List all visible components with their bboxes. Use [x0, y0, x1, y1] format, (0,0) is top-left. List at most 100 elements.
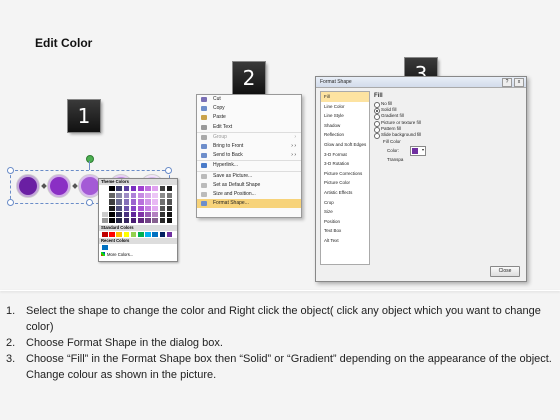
theme-color-swatch[interactable]	[138, 186, 144, 192]
theme-color-swatch[interactable]	[102, 199, 108, 205]
category-item[interactable]: Line Style	[321, 111, 369, 121]
theme-color-swatch[interactable]	[102, 193, 108, 199]
theme-color-swatch[interactable]	[159, 205, 166, 211]
theme-color-swatch[interactable]	[123, 186, 130, 192]
theme-color-swatch[interactable]	[102, 186, 108, 192]
theme-color-swatch[interactable]	[166, 218, 173, 224]
category-item[interactable]: Glow and Soft Edges	[321, 140, 369, 150]
menu-item[interactable]: Send to Back › ›	[197, 151, 301, 160]
theme-color-swatch[interactable]	[166, 199, 173, 205]
theme-color-swatch[interactable]	[116, 218, 122, 224]
standard-color-swatch[interactable]	[130, 232, 137, 238]
theme-color-swatch[interactable]	[145, 218, 151, 224]
theme-color-swatch[interactable]	[145, 193, 151, 199]
circle-shape[interactable]	[48, 175, 70, 197]
standard-color-swatch[interactable]	[102, 232, 108, 238]
theme-color-swatch[interactable]	[145, 186, 151, 192]
category-item[interactable]: Text Box	[321, 226, 369, 236]
theme-color-swatch[interactable]	[159, 211, 166, 217]
rotation-handle[interactable]	[86, 155, 94, 163]
radio-button[interactable]	[374, 132, 380, 139]
theme-color-swatch[interactable]	[109, 211, 115, 217]
theme-color-swatch[interactable]	[130, 211, 137, 217]
theme-color-swatch[interactable]	[123, 218, 130, 224]
color-picker-button[interactable]: ▾	[410, 146, 426, 157]
standard-color-swatch[interactable]	[109, 232, 115, 238]
fill-option[interactable]: Slide background fill	[372, 132, 520, 139]
theme-color-swatch[interactable]	[116, 193, 122, 199]
theme-color-swatch[interactable]	[138, 199, 144, 205]
theme-color-swatch[interactable]	[138, 211, 144, 217]
theme-color-swatch[interactable]	[130, 186, 137, 192]
theme-color-swatch[interactable]	[116, 205, 122, 211]
theme-color-swatch[interactable]	[145, 199, 151, 205]
dialog-close-icon[interactable]: x	[514, 78, 524, 87]
category-item[interactable]: Size	[321, 207, 369, 217]
recent-color-swatch[interactable]	[102, 245, 108, 251]
theme-color-swatch[interactable]	[152, 218, 158, 224]
standard-color-swatch[interactable]	[116, 232, 122, 238]
theme-color-swatch[interactable]	[116, 186, 122, 192]
category-item[interactable]: Reflection	[321, 130, 369, 140]
theme-color-swatch[interactable]	[159, 193, 166, 199]
theme-color-swatch[interactable]	[166, 186, 173, 192]
category-item[interactable]: Shadow	[321, 121, 369, 131]
theme-color-swatch[interactable]	[138, 218, 144, 224]
theme-color-swatch[interactable]	[159, 218, 166, 224]
standard-color-swatch[interactable]	[123, 232, 130, 238]
menu-item[interactable]: Copy	[197, 104, 301, 113]
category-item[interactable]: Picture Color	[321, 178, 369, 188]
theme-color-swatch[interactable]	[152, 186, 158, 192]
category-item[interactable]: Alt Text	[321, 236, 369, 246]
theme-color-swatch[interactable]	[102, 211, 108, 217]
help-button[interactable]: ?	[502, 78, 512, 87]
theme-color-swatch[interactable]	[130, 199, 137, 205]
theme-color-swatch[interactable]	[102, 205, 108, 211]
standard-color-swatch[interactable]	[138, 232, 144, 238]
theme-color-swatch[interactable]	[166, 211, 173, 217]
menu-item[interactable]: Hyperlink...	[197, 160, 301, 170]
theme-color-swatch[interactable]	[152, 211, 158, 217]
menu-item[interactable]: Set as Default Shape	[197, 181, 301, 190]
standard-color-swatch[interactable]	[152, 232, 158, 238]
menu-item[interactable]: Paste	[197, 113, 301, 122]
category-item[interactable]: Position	[321, 217, 369, 227]
theme-color-swatch[interactable]	[109, 193, 115, 199]
standard-color-swatch[interactable]	[166, 232, 173, 238]
theme-color-swatch[interactable]	[130, 205, 137, 211]
category-item[interactable]: Crop	[321, 198, 369, 208]
theme-color-swatch[interactable]	[130, 193, 137, 199]
theme-color-swatch[interactable]	[109, 218, 115, 224]
standard-color-swatch[interactable]	[159, 232, 166, 238]
theme-color-swatch[interactable]	[130, 218, 137, 224]
category-item[interactable]: 3-D Format	[321, 150, 369, 160]
menu-item[interactable]: Cut	[197, 95, 301, 104]
more-colors-item[interactable]: More Colors...	[99, 251, 177, 258]
resize-handle[interactable]	[165, 167, 172, 174]
resize-handle[interactable]	[7, 199, 14, 206]
theme-color-swatch[interactable]	[116, 211, 122, 217]
theme-color-swatch[interactable]	[145, 205, 151, 211]
category-item[interactable]: Artistic Effects	[321, 188, 369, 198]
theme-color-swatch[interactable]	[123, 199, 130, 205]
category-item[interactable]: Picture Corrections	[321, 169, 369, 179]
theme-color-swatch[interactable]	[123, 205, 130, 211]
theme-color-swatch[interactable]	[102, 218, 108, 224]
circle-shape[interactable]	[17, 175, 39, 197]
theme-color-swatch[interactable]	[145, 211, 151, 217]
theme-color-swatch[interactable]	[123, 211, 130, 217]
theme-color-swatch[interactable]	[138, 205, 144, 211]
theme-color-swatch[interactable]	[123, 193, 130, 199]
theme-color-swatch[interactable]	[166, 193, 173, 199]
category-item[interactable]: Fill	[321, 92, 369, 102]
close-button[interactable]: Close	[490, 266, 520, 277]
theme-color-swatch[interactable]	[138, 193, 144, 199]
theme-color-swatch[interactable]	[159, 199, 166, 205]
menu-item[interactable]: Format Shape...	[197, 199, 301, 209]
standard-color-swatch[interactable]	[145, 232, 151, 238]
category-item[interactable]: 3-D Rotation	[321, 159, 369, 169]
theme-color-swatch[interactable]	[109, 186, 115, 192]
theme-color-swatch[interactable]	[109, 199, 115, 205]
theme-color-swatch[interactable]	[152, 205, 158, 211]
resize-handle[interactable]	[7, 167, 14, 174]
